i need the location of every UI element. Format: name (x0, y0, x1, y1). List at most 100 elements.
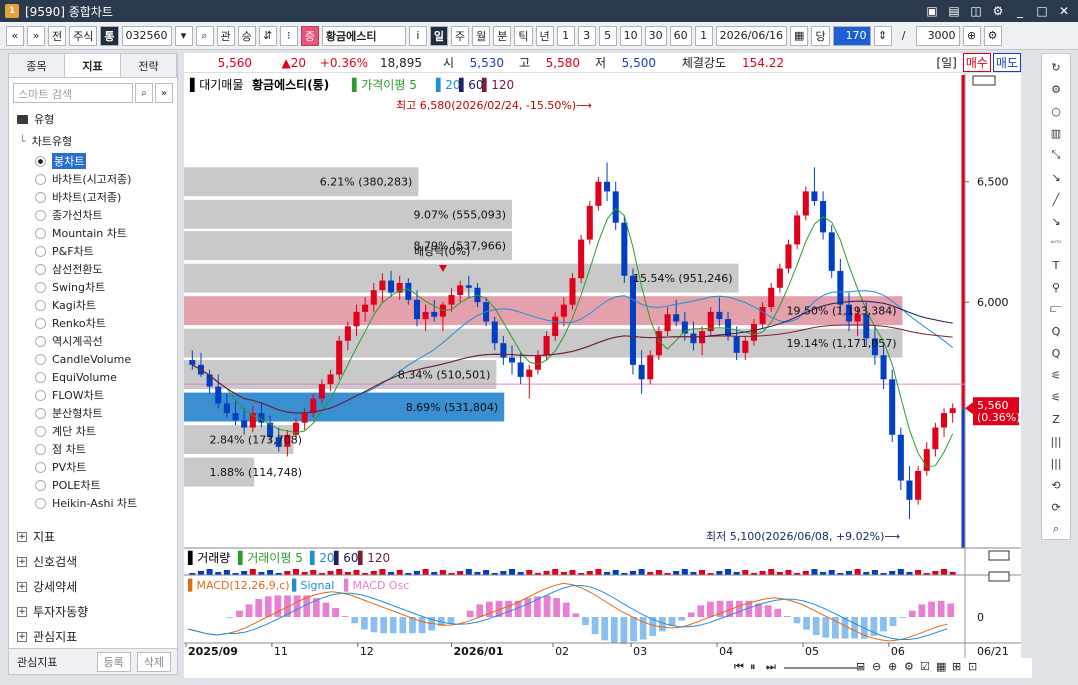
toolbar-item-2[interactable]: 전 (48, 25, 67, 46)
toolbar-item-16[interactable]: 주 (451, 25, 470, 46)
window-control-1[interactable]: ▤ (946, 3, 962, 19)
toolbar-item-24[interactable]: 10 (619, 25, 642, 46)
register-button[interactable]: 등록 (96, 651, 131, 672)
scroll-control-6-icon[interactable]: ⚙ (904, 660, 914, 673)
drawing-tool-20-icon[interactable]: ⟳ (1048, 498, 1064, 516)
toolbar-item-0[interactable]: « (6, 25, 24, 46)
chart-type-item[interactable]: CandleVolume (9, 350, 173, 368)
drawing-tool-14-icon[interactable]: ⚟ (1048, 366, 1064, 384)
smart-search-input[interactable]: 스마트 검색 (13, 83, 133, 103)
drawing-tool-9-icon[interactable]: T (1048, 256, 1064, 274)
toolbar-item-17[interactable]: 월 (472, 25, 491, 46)
toolbar-item-12[interactable]: 증 (300, 25, 319, 46)
window-control-3[interactable]: ⚙ (990, 3, 1006, 19)
chart-type-item[interactable]: P&F차트 (9, 242, 173, 260)
toolbar-item-25[interactable]: 30 (644, 25, 667, 46)
toolbar-item-33[interactable]: / (895, 26, 913, 46)
drawing-tool-18-icon[interactable]: ||| (1048, 454, 1064, 472)
toolbar-item-36[interactable]: ⚙ (983, 25, 1002, 46)
drawing-tool-15-icon[interactable]: ⚟ (1048, 388, 1064, 406)
toolbar-item-30[interactable]: 당 (811, 25, 830, 46)
drawing-tool-11-icon[interactable]: ⫍ (1048, 300, 1064, 318)
scroll-control-10-icon[interactable]: ⊡ (968, 660, 977, 673)
chart-scroll-bar[interactable]: ⏮⏸⏭⊟⊖⊕⚙☑▦⊞⊡ (184, 658, 1032, 678)
toolbar-item-3[interactable]: 주식 (69, 25, 98, 46)
indicator-group-0[interactable]: + 지표 (9, 524, 177, 549)
chart-type-item[interactable]: 바차트(시고저종) (9, 170, 173, 188)
toolbar-item-26[interactable]: 60 (669, 25, 692, 46)
chart-svg[interactable]: ▌대기매물 황금에스티(통) ▌가격이평 5 ▌20▌60▌1206.21% (380… (184, 73, 1021, 658)
zoom-slider[interactable] (784, 667, 864, 669)
scroll-control-2-icon[interactable]: ⏭ (766, 660, 776, 674)
chart-type-item[interactable]: 봉차트 (9, 152, 173, 170)
buy-button[interactable]: 매수 (962, 53, 991, 72)
indicator-group-1[interactable]: + 신호검색 (9, 549, 177, 574)
chart-type-item[interactable]: FLOW차트 (9, 386, 173, 404)
toolbar-item-31[interactable]: 170 (832, 25, 871, 46)
chart-type-item[interactable]: EquiVolume (9, 368, 173, 386)
drawing-tool-10-icon[interactable]: ⚲ (1048, 278, 1064, 296)
search-icon[interactable]: ⌕ (135, 83, 153, 103)
chart-type-item[interactable]: Mountain 차트 (9, 224, 173, 242)
toolbar-item-14[interactable]: i (408, 25, 427, 46)
toolbar-item-22[interactable]: 3 (577, 25, 596, 46)
list-scrollbar[interactable] (174, 152, 177, 492)
toolbar-item-23[interactable]: 5 (598, 25, 617, 46)
toolbar-item-32[interactable]: ⇕ (873, 25, 892, 46)
panel-tab-2[interactable]: 전략 (121, 54, 177, 77)
drawing-tool-21-icon[interactable]: ⌕ (1048, 520, 1064, 538)
toolbar-item-29[interactable]: ▦ (790, 25, 809, 46)
panel-tab-1[interactable]: 지표 (65, 54, 121, 77)
window-control-6[interactable]: ✕ (1056, 3, 1072, 19)
toolbar-item-20[interactable]: 년 (535, 25, 554, 46)
chart-type-item[interactable]: Swing차트 (9, 278, 173, 296)
toolbar-item-19[interactable]: 틱 (514, 25, 533, 46)
drawing-tool-0-icon[interactable]: ↻ (1048, 58, 1064, 76)
tree-type-header[interactable]: 유형 (9, 108, 177, 130)
window-control-0[interactable]: ▣ (924, 3, 940, 19)
chart-type-item[interactable]: 삼선전환도 (9, 260, 173, 278)
toolbar-item-10[interactable]: ⇵ (258, 25, 277, 46)
toolbar-item-28[interactable]: 2026/06/16 (715, 25, 788, 46)
drawing-tool-7-icon[interactable]: ↘ (1048, 212, 1064, 230)
chart-type-item[interactable]: Heikin-Ashi 차트 (9, 494, 173, 512)
drawing-tool-2-icon[interactable]: ○ (1048, 102, 1064, 120)
drawing-tool-5-icon[interactable]: ↘ (1048, 168, 1064, 186)
toolbar-item-9[interactable]: 승 (237, 25, 256, 46)
chart-type-item[interactable]: 점 차트 (9, 440, 173, 458)
drawing-tool-3-icon[interactable]: ▥ (1048, 124, 1064, 142)
drawing-tool-13-icon[interactable]: Q (1048, 344, 1064, 362)
chart-type-item[interactable]: Renko차트 (9, 314, 173, 332)
toolbar-item-15[interactable]: 일 (429, 25, 448, 46)
chart-type-item[interactable]: PV차트 (9, 458, 173, 476)
chart-type-item[interactable]: Kagi차트 (9, 296, 173, 314)
scroll-control-0-icon[interactable]: ⏮ (734, 660, 744, 674)
indicator-group-2[interactable]: + 강세약세 (9, 574, 177, 599)
scroll-control-5-icon[interactable]: ⊕ (888, 660, 897, 673)
chart-type-item[interactable]: POLE차트 (9, 476, 173, 494)
chart-area[interactable]: ▌대기매물 황금에스티(통) ▌가격이평 5 ▌20 ▌60 ▌120 6.21% (380… (184, 73, 1021, 658)
drawing-tool-1-icon[interactable]: ⚙ (1048, 80, 1064, 98)
chart-type-item[interactable]: 역시계곡선 (9, 332, 173, 350)
scroll-control-7-icon[interactable]: ☑ (920, 660, 930, 673)
delete-button[interactable]: 삭제 (136, 651, 171, 672)
drawing-tool-19-icon[interactable]: ⟲ (1048, 476, 1064, 494)
drawing-tool-16-icon[interactable]: Z (1048, 410, 1064, 428)
chart-type-item[interactable]: 계단 차트 (9, 422, 173, 440)
toolbar-item-8[interactable]: 관 (216, 25, 235, 46)
indicator-group-4[interactable]: + 관심지표 (9, 624, 177, 649)
window-control-2[interactable]: ◫ (968, 3, 984, 19)
window-control-5[interactable]: □ (1034, 3, 1050, 19)
indicator-group-3[interactable]: + 투자자동향 (9, 599, 177, 624)
scroll-control-4-icon[interactable]: ⊖ (872, 660, 881, 673)
chart-type-item[interactable]: 주가선 차트 (9, 512, 173, 514)
drawing-tool-6-icon[interactable]: ╱ (1048, 190, 1064, 208)
scroll-control-9-icon[interactable]: ⊞ (952, 660, 961, 673)
toolbar-item-5[interactable]: 032560 (121, 25, 172, 46)
drawing-tool-12-icon[interactable]: Q (1048, 322, 1064, 340)
toolbar-item-7[interactable]: ⌕ (195, 25, 214, 46)
toolbar-item-35[interactable]: ⊕ (962, 25, 981, 46)
window-control-4[interactable]: _ (1012, 3, 1028, 19)
toolbar-item-27[interactable]: 1 (694, 25, 713, 46)
toolbar-item-18[interactable]: 분 (493, 25, 512, 46)
